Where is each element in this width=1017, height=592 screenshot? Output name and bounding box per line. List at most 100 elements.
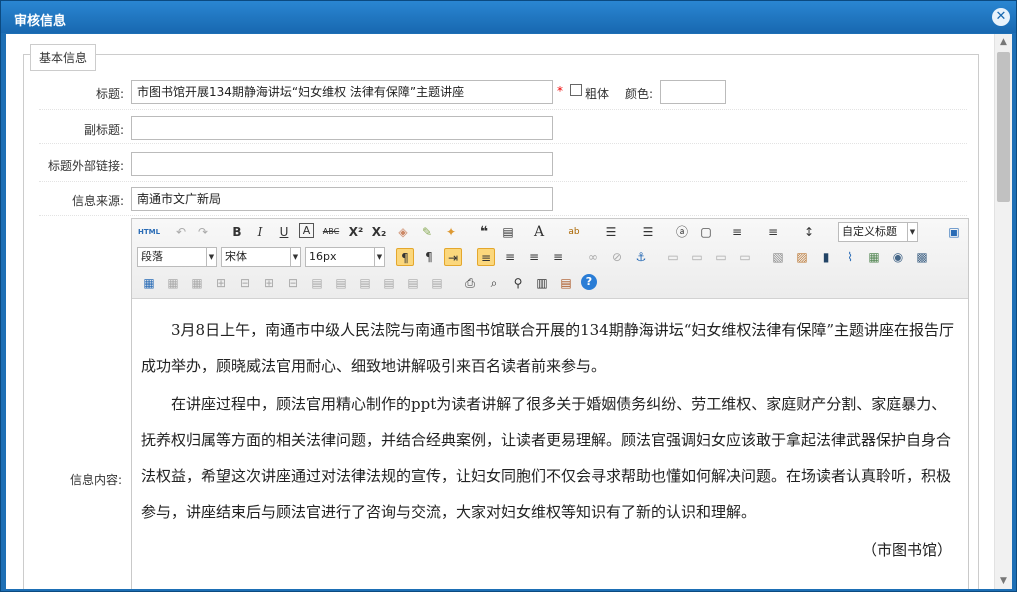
insert-image-icon[interactable]: ▨ [793, 248, 811, 266]
font-color-button[interactable]: A [530, 223, 548, 241]
anchor-icon[interactable]: ⚓ [632, 248, 650, 266]
paragraph-format-select[interactable]: 段落 ▼ [137, 247, 217, 267]
scroll-up-icon[interactable]: ▲ [995, 34, 1012, 50]
subtitle-row: 副标题: [39, 110, 967, 144]
external-link-row: 标题外部链接: [39, 144, 967, 182]
unordered-list-icon[interactable]: ☰ [639, 223, 657, 241]
align-right-icon[interactable]: ≡ [525, 248, 543, 266]
paste-plain-icon[interactable]: ▤ [499, 223, 517, 241]
source-input[interactable]: 南通市文广新局 [131, 187, 553, 211]
eraser-icon[interactable]: ◈ [394, 223, 412, 241]
external-link-input[interactable] [131, 152, 553, 176]
subtitle-input[interactable] [131, 116, 553, 140]
fullscreen-icon[interactable]: ▣ [945, 223, 963, 241]
attachment-icon[interactable]: ⌇ [841, 248, 859, 266]
scroll-down-icon[interactable]: ▼ [995, 573, 1012, 589]
rtl-direction-icon[interactable]: ¶ [420, 248, 438, 266]
source-row: 信息来源: 南通市文广新局 [39, 182, 967, 216]
title-label: 标题: [95, 87, 124, 101]
auto-format-icon[interactable]: ✦ [442, 223, 460, 241]
external-link-label: 标题外部链接: [47, 159, 124, 173]
blockquote-icon[interactable]: ❝ [475, 223, 493, 241]
link-text-icon[interactable]: ⓐ [673, 223, 691, 241]
required-mark: * [557, 84, 563, 98]
align-justify-icon[interactable]: ≡ [549, 248, 567, 266]
paste-word-icon[interactable]: ▥ [533, 274, 551, 292]
row-spacing-top-icon[interactable]: ≡ [728, 223, 746, 241]
link-icon[interactable]: ∞ [584, 248, 602, 266]
table-caption-icon[interactable]: ▦ [188, 274, 206, 292]
unlink-icon[interactable]: ⊘ [608, 248, 626, 266]
image-float-left-icon[interactable]: ▭ [688, 248, 706, 266]
bold-button[interactable]: B [228, 223, 246, 241]
delete-column-icon[interactable]: ⊟ [284, 274, 302, 292]
delete-row-icon[interactable]: ⊟ [236, 274, 254, 292]
html-source-button[interactable]: HTML [138, 223, 160, 241]
align-center-icon[interactable]: ≡ [501, 248, 519, 266]
article-paragraph-1: 3月8日上午，南通市中级人民法院与南通市图书馆联合开展的134期静海讲坛“妇女维… [141, 321, 955, 375]
chevron-down-icon: ▼ [907, 223, 917, 241]
insert-frame-icon[interactable]: ◉ [889, 248, 907, 266]
font-family-select[interactable]: 宋体 ▼ [221, 247, 301, 267]
scroll-thumb[interactable] [997, 52, 1010, 202]
close-icon[interactable]: ✕ [992, 8, 1010, 26]
color-input[interactable] [660, 80, 726, 104]
row-spacing-bottom-icon[interactable]: ≡ [764, 223, 782, 241]
editor-toolbar: HTML ↶ ↷ B I U A ABC X² X₂ ◈ ✎ ✦ ❝ ▤ A a… [132, 219, 968, 299]
italic-button[interactable]: I [251, 223, 269, 241]
simple-upload-icon[interactable]: ▧ [769, 248, 787, 266]
redo-icon[interactable]: ↷ [194, 223, 212, 241]
chevron-down-icon: ▼ [374, 248, 384, 266]
ltr-direction-icon[interactable]: ¶ [396, 248, 414, 266]
merge-right-icon[interactable]: ▤ [332, 274, 350, 292]
insert-column-icon[interactable]: ⊞ [260, 274, 278, 292]
font-size-select[interactable]: 16px ▼ [305, 247, 385, 267]
indent-icon[interactable]: ⇥ [444, 248, 462, 266]
superscript-button[interactable]: X² [347, 223, 365, 241]
subscript-button[interactable]: X₂ [370, 223, 388, 241]
bold-checkbox[interactable] [570, 84, 582, 96]
split-columns-icon[interactable]: ▤ [428, 274, 446, 292]
undo-icon[interactable]: ↶ [172, 223, 190, 241]
delete-table-icon[interactable]: ▦ [164, 274, 182, 292]
custom-heading-select[interactable]: 自定义标题 ▼ [838, 222, 918, 242]
image-float-right-icon[interactable]: ▭ [712, 248, 730, 266]
underline-button[interactable]: U [275, 223, 293, 241]
chevron-down-icon: ▼ [290, 248, 300, 266]
insert-video-icon[interactable]: ▮ [817, 248, 835, 266]
editor-content[interactable]: 3月8日上午，南通市中级人民法院与南通市图书馆联合开展的134期静海讲坛“妇女维… [132, 300, 968, 589]
strikethrough-button[interactable]: ABC [322, 223, 340, 241]
highlight-color-button[interactable]: ab [565, 223, 583, 241]
map-icon[interactable]: ▦ [865, 248, 883, 266]
ordered-list-icon[interactable]: ☰ [602, 223, 620, 241]
insert-row-icon[interactable]: ⊞ [212, 274, 230, 292]
format-painter-icon[interactable]: ✎ [418, 223, 436, 241]
document-icon[interactable]: ▢ [697, 223, 715, 241]
split-cells-icon[interactable]: ▤ [380, 274, 398, 292]
review-dialog: 审核信息 ✕ ▲ ▼ 基本信息 标题: 市图书馆开展134期静海讲坛“妇女维权 … [0, 0, 1017, 592]
line-height-icon[interactable]: ↕ [800, 223, 818, 241]
image-center-icon[interactable]: ▭ [736, 248, 754, 266]
bold-label: 粗体 [585, 87, 610, 101]
paste-text-icon[interactable]: ▤ [557, 274, 575, 292]
help-icon[interactable]: ? [581, 274, 597, 290]
align-left-icon[interactable]: ≡ [477, 248, 495, 266]
print-icon[interactable]: ⎙ [461, 274, 479, 292]
content-label: 信息内容: [70, 473, 123, 487]
merge-down-icon[interactable]: ▤ [356, 274, 374, 292]
custom-heading-value: 自定义标题 [842, 225, 897, 238]
dialog-title: 审核信息 [14, 14, 67, 29]
insert-code-icon[interactable]: ▩ [913, 248, 931, 266]
source-label: 信息来源: [71, 194, 124, 208]
title-row: 标题: 市图书馆开展134期静海讲坛“妇女维权 法律有保障”主题讲座 * 粗体 … [39, 76, 967, 110]
font-border-button[interactable]: A [299, 223, 314, 238]
merge-cells-icon[interactable]: ▤ [308, 274, 326, 292]
dialog-titlebar: 审核信息 ✕ [1, 1, 1016, 33]
search-replace-icon[interactable]: ⚲ [509, 274, 527, 292]
preview-icon[interactable]: ⌕ [485, 274, 503, 292]
split-rows-icon[interactable]: ▤ [404, 274, 422, 292]
title-input[interactable]: 市图书馆开展134期静海讲坛“妇女维权 法律有保障”主题讲座 [131, 80, 553, 104]
insert-table-icon[interactable]: ▦ [140, 274, 158, 292]
vertical-scrollbar[interactable]: ▲ ▼ [994, 34, 1012, 589]
image-float-none-icon[interactable]: ▭ [664, 248, 682, 266]
